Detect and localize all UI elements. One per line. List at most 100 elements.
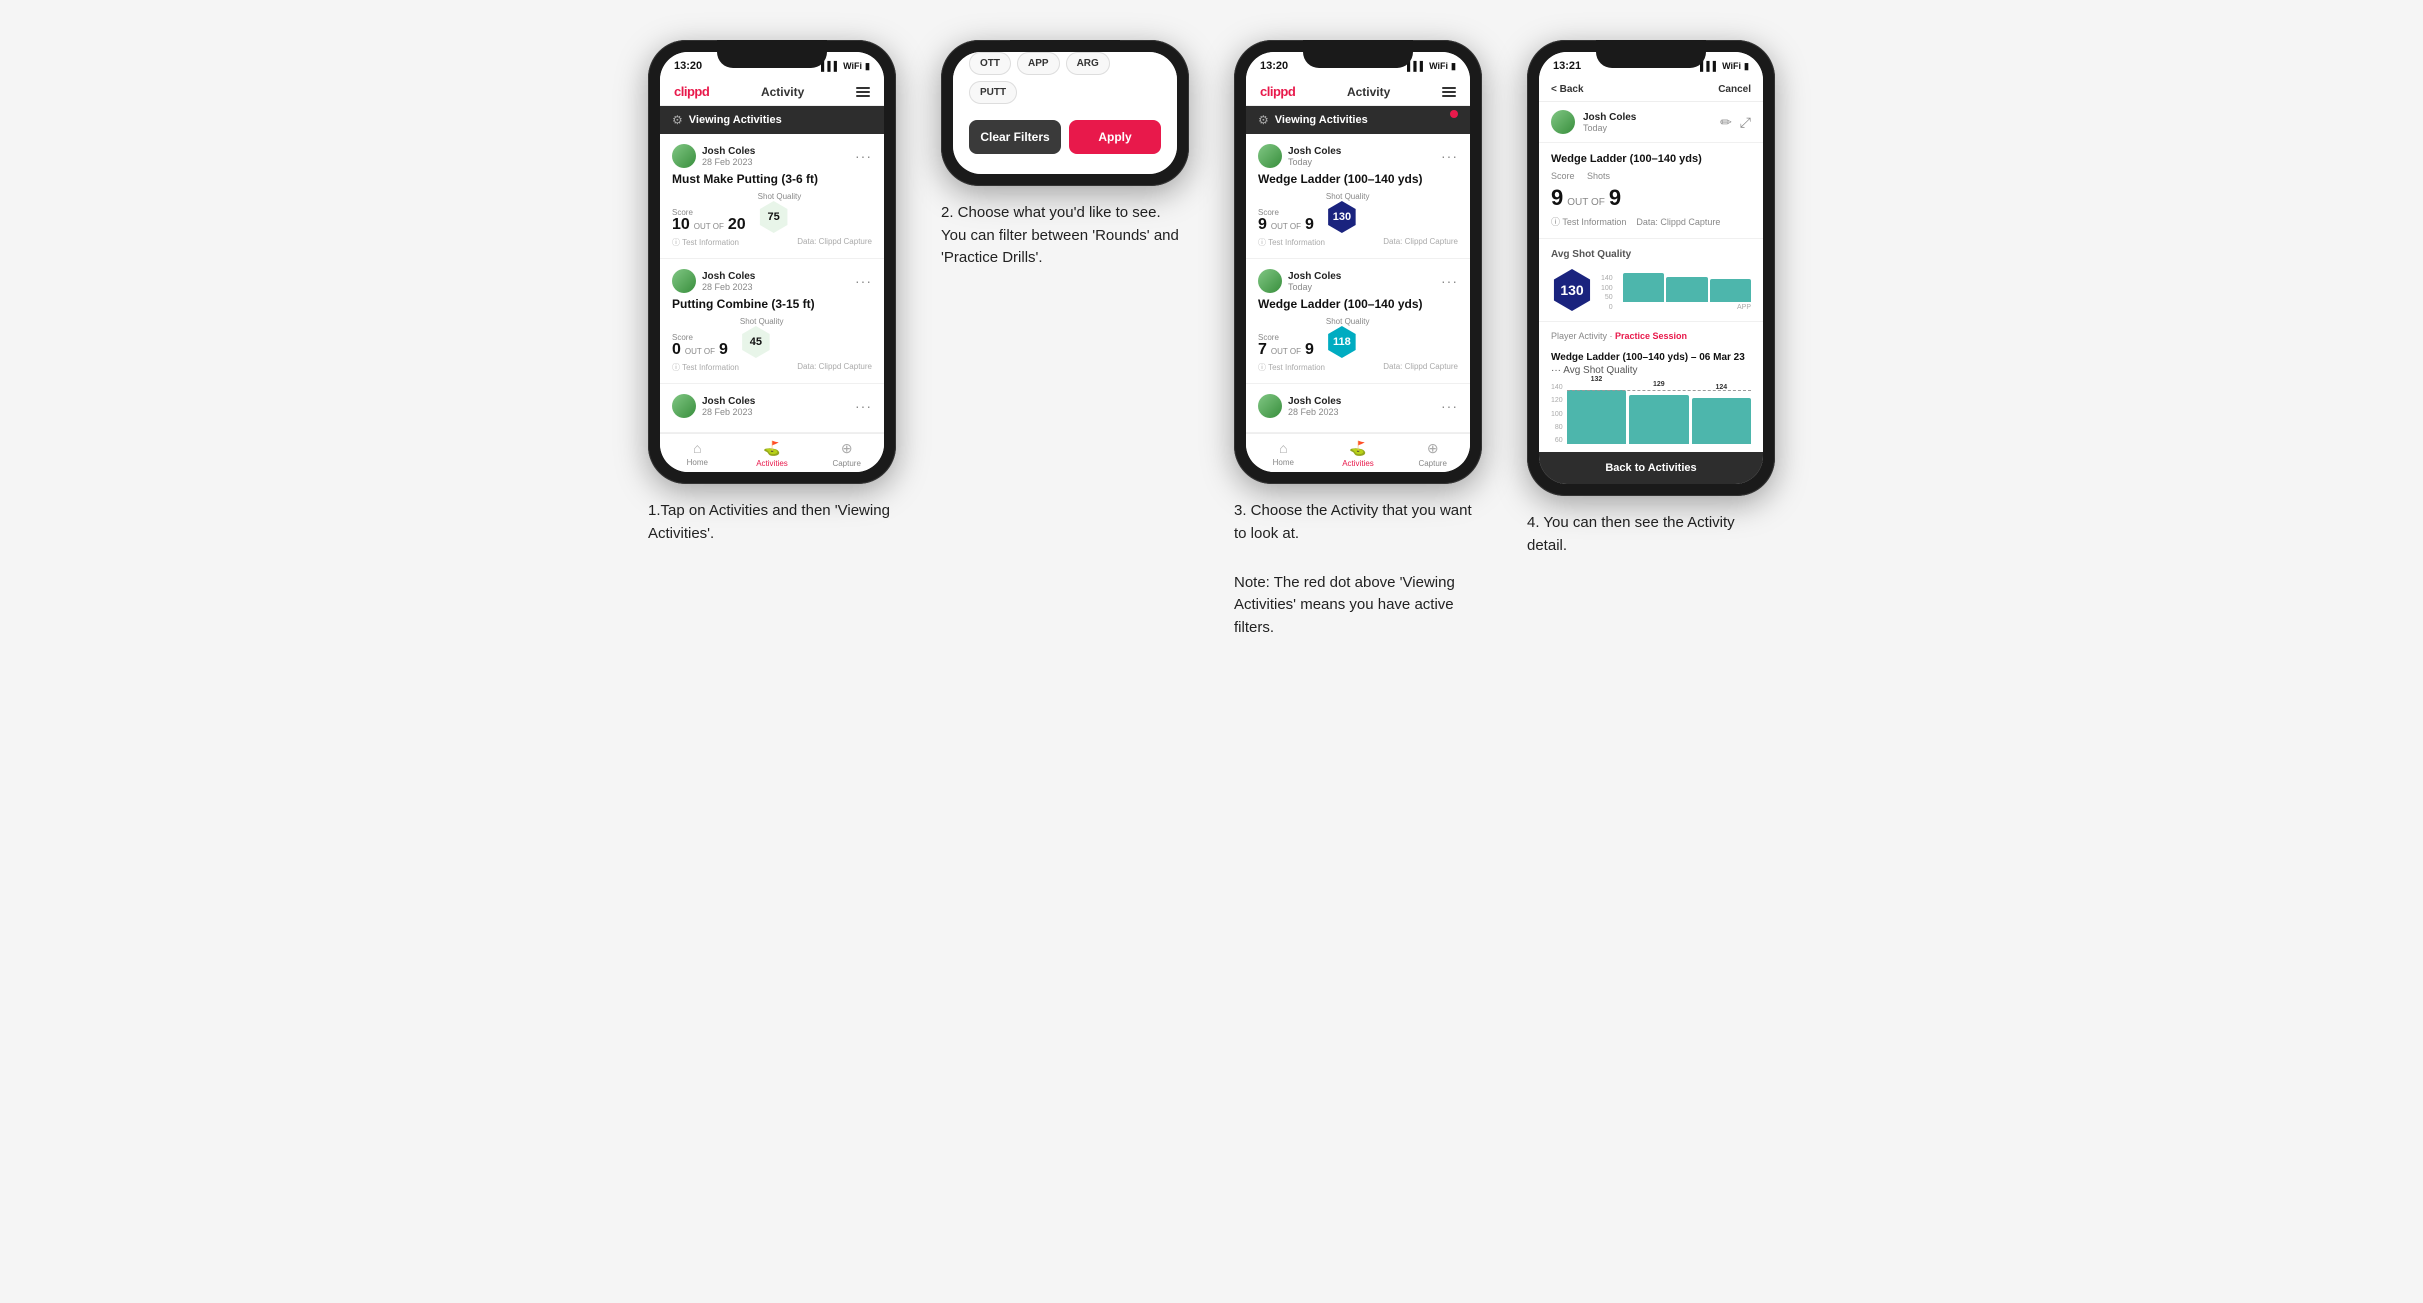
phones-row: 13:20 ▌▌▌ WiFi ▮ clippd Activity bbox=[640, 40, 1784, 643]
phone-4-column: 13:21 ▌▌▌ WiFi ▮ < Back Cancel bbox=[1519, 40, 1784, 561]
phone-1-column: 13:20 ▌▌▌ WiFi ▮ clippd Activity bbox=[640, 40, 905, 549]
time-1: 13:20 bbox=[674, 60, 702, 72]
phone-1-screen: 13:20 ▌▌▌ WiFi ▮ clippd Activity bbox=[660, 52, 884, 472]
stats-row-1-2: Score 0 OUT OF 9 Shot Quality 45 bbox=[672, 317, 872, 358]
nav-title-1: Activity bbox=[761, 85, 804, 99]
viewing-banner-1[interactable]: ⚙ Viewing Activities bbox=[660, 106, 884, 134]
phone-4-shell: 13:21 ▌▌▌ WiFi ▮ < Back Cancel bbox=[1527, 40, 1775, 496]
activities-icon-3: ⛳ bbox=[1349, 440, 1366, 457]
nav-activities-3[interactable]: ⛳ Activities bbox=[1321, 440, 1396, 468]
back-to-activities-button-4[interactable]: Back to Activities bbox=[1539, 452, 1763, 484]
user-name-1-3: Josh Coles bbox=[702, 396, 755, 407]
capture-label-1: Capture bbox=[832, 459, 860, 468]
drill-title-3-1: Wedge Ladder (100–140 yds) bbox=[1258, 172, 1458, 186]
status-icons-1: ▌▌▌ WiFi ▮ bbox=[821, 61, 870, 72]
phone-2-screen: 13:21 ▌▌▌ WiFi ▮ clippd Activity bbox=[953, 52, 1177, 174]
capture-icon-1: ⊕ bbox=[841, 440, 853, 457]
capture-label-3: Capture bbox=[1418, 459, 1446, 468]
detail-card-title-4: Wedge Ladder (100–140 yds) bbox=[1551, 153, 1702, 165]
more-3-3[interactable]: ··· bbox=[1441, 398, 1458, 414]
user-name-3-1: Josh Coles bbox=[1288, 146, 1341, 157]
caption-4: 4. You can then see the Activity detail. bbox=[1527, 512, 1775, 561]
activities-icon-1: ⛳ bbox=[763, 440, 780, 457]
wedge-chart-4: 140 120 100 80 60 132 129 bbox=[1551, 384, 1751, 444]
user-date-1-2: 28 Feb 2023 bbox=[702, 282, 755, 292]
caption-1: 1.Tap on Activities and then 'Viewing Ac… bbox=[648, 500, 896, 549]
cancel-button-4[interactable]: Cancel bbox=[1718, 84, 1751, 95]
chart-axis-4: 140 100 50 0 bbox=[1601, 275, 1615, 311]
filter-actions: Clear Filters Apply bbox=[969, 120, 1161, 154]
dashed-line-4 bbox=[1567, 390, 1751, 391]
app-nav-3: clippd Activity bbox=[1246, 78, 1470, 106]
activity-card-3-1[interactable]: Josh Coles Today ··· Wedge Ladder (100–1… bbox=[1246, 134, 1470, 259]
wedge-bar-2: 129 bbox=[1629, 395, 1688, 444]
phone-3-screen: 13:20 ▌▌▌ WiFi ▮ clippd Activity bbox=[1246, 52, 1470, 472]
session-info-4: Player Activity · Practice Session bbox=[1539, 322, 1763, 344]
hamburger-1[interactable] bbox=[856, 87, 870, 97]
time-4: 13:21 bbox=[1553, 60, 1581, 72]
card-header-1-3: Josh Coles 28 Feb 2023 ··· bbox=[672, 394, 872, 418]
more-options-1-1[interactable]: ··· bbox=[855, 148, 872, 164]
bar-4-3 bbox=[1710, 279, 1751, 302]
avg-sq-label-4: Avg Shot Quality bbox=[1551, 249, 1751, 260]
activity-card-1-3[interactable]: Josh Coles 28 Feb 2023 ··· bbox=[660, 384, 884, 433]
activity-card-1-2[interactable]: Josh Coles 28 Feb 2023 ··· Putting Combi… bbox=[660, 259, 884, 384]
drill-title-1-2: Putting Combine (3-15 ft) bbox=[672, 297, 872, 311]
edit-icon-4[interactable]: ✏ bbox=[1720, 114, 1732, 131]
phone-2-shell: 13:21 ▌▌▌ WiFi ▮ clippd Activity bbox=[941, 40, 1189, 186]
notch-3 bbox=[1303, 40, 1413, 68]
viewing-banner-3[interactable]: ⚙ Viewing Activities bbox=[1246, 106, 1470, 134]
user-date-3-2: Today bbox=[1288, 282, 1341, 292]
nav-capture-3[interactable]: ⊕ Capture bbox=[1395, 440, 1470, 468]
more-options-1-3[interactable]: ··· bbox=[855, 398, 872, 414]
phone-2-column: 13:21 ▌▌▌ WiFi ▮ clippd Activity bbox=[933, 40, 1198, 274]
card-footer-1-1: ⓘ Test Information Data: Clippd Capture bbox=[672, 237, 872, 248]
caption-3: 3. Choose the Activity that you want to … bbox=[1234, 500, 1482, 643]
hamburger-3[interactable] bbox=[1442, 87, 1456, 97]
card-header-1-2: Josh Coles 28 Feb 2023 ··· bbox=[672, 269, 872, 293]
wedge-bar-3: 124 bbox=[1692, 398, 1751, 444]
home-icon-3: ⌂ bbox=[1279, 440, 1287, 456]
banner-text-3: Viewing Activities bbox=[1275, 114, 1368, 126]
more-options-1-2[interactable]: ··· bbox=[855, 273, 872, 289]
nav-capture-1[interactable]: ⊕ Capture bbox=[809, 440, 884, 468]
settings-icon-3: ⚙ bbox=[1258, 113, 1269, 127]
bar-4-2 bbox=[1666, 277, 1707, 302]
nav-home-3[interactable]: ⌂ Home bbox=[1246, 440, 1321, 468]
caption-2: 2. Choose what you'd like to see. You ca… bbox=[941, 202, 1189, 274]
banner-text-1: Viewing Activities bbox=[689, 114, 782, 126]
expand-icon-4[interactable]: ⤢ bbox=[1740, 114, 1751, 131]
apply-filter-button[interactable]: Apply bbox=[1069, 120, 1161, 154]
activity-card-3-2[interactable]: Josh Coles Today ··· Wedge Ladder (100–1… bbox=[1246, 259, 1470, 384]
drill-title-1-1: Must Make Putting (3-6 ft) bbox=[672, 172, 872, 186]
wedge-title-4: Wedge Ladder (100–140 yds) – 06 Mar 23 bbox=[1551, 352, 1751, 363]
filter-overlay: Filter ✕ Show Rounds Practice Drills Pra… bbox=[953, 52, 1177, 174]
home-label-1: Home bbox=[687, 458, 708, 467]
sq-hex-1-2: 45 bbox=[740, 326, 772, 358]
notch-4 bbox=[1596, 40, 1706, 68]
activity-card-1-1[interactable]: Josh Coles 28 Feb 2023 ··· Must Make Put… bbox=[660, 134, 884, 259]
tag-arg[interactable]: ARG bbox=[1066, 52, 1110, 75]
nav-activities-1[interactable]: ⛳ Activities bbox=[735, 440, 810, 468]
activity-card-3-3[interactable]: Josh Coles 28 Feb 2023 ··· bbox=[1246, 384, 1470, 433]
nav-home-1[interactable]: ⌂ Home bbox=[660, 440, 735, 468]
tag-putt[interactable]: PUTT bbox=[969, 81, 1017, 104]
more-3-2[interactable]: ··· bbox=[1441, 273, 1458, 289]
more-3-1[interactable]: ··· bbox=[1441, 148, 1458, 164]
stats-row-1-1: Score 10 OUT OF 20 Shot Quality 75 bbox=[672, 192, 872, 233]
wedge-bar-1: 132 bbox=[1567, 390, 1626, 444]
back-button-4[interactable]: < Back bbox=[1551, 84, 1584, 95]
detail-user-row-4: Josh Coles Today ✏ ⤢ bbox=[1539, 102, 1763, 143]
avatar-3-2 bbox=[1258, 269, 1282, 293]
user-date-3-1: Today bbox=[1288, 157, 1341, 167]
detail-header-4: < Back Cancel bbox=[1539, 78, 1763, 102]
tag-ott[interactable]: OTT bbox=[969, 52, 1011, 75]
user-name-3-3: Josh Coles bbox=[1288, 396, 1341, 407]
bottom-nav-1: ⌂ Home ⛳ Activities ⊕ Capture bbox=[660, 433, 884, 472]
avatar-4 bbox=[1551, 110, 1575, 134]
notch-1 bbox=[717, 40, 827, 68]
clear-filters-button[interactable]: Clear Filters bbox=[969, 120, 1061, 154]
phone-3-column: 13:20 ▌▌▌ WiFi ▮ clippd Activity bbox=[1226, 40, 1491, 643]
tag-app[interactable]: APP bbox=[1017, 52, 1060, 75]
filter-tags: OTT APP ARG PUTT bbox=[969, 52, 1161, 104]
